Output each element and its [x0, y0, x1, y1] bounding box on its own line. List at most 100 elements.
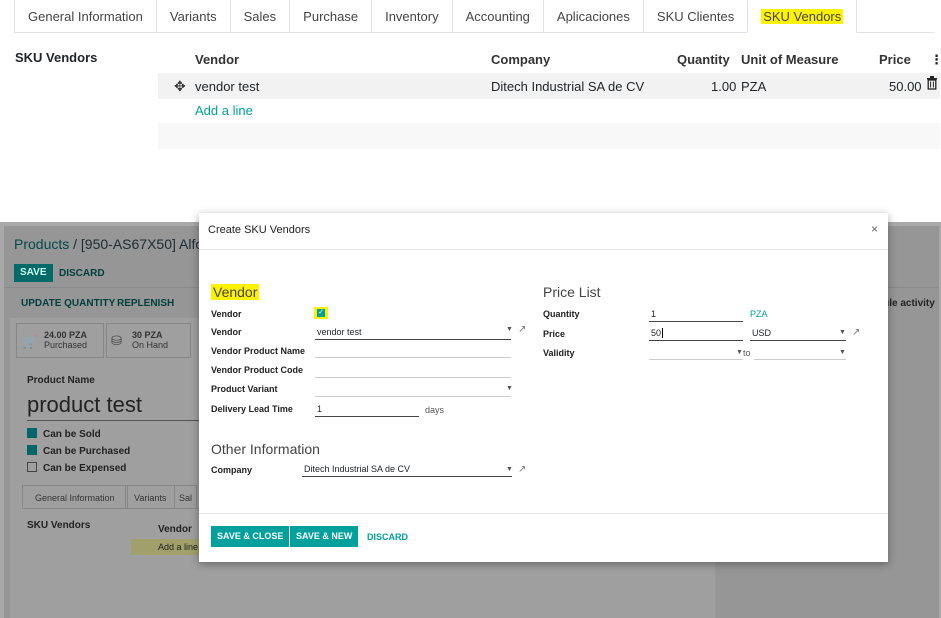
- vendor-product-name-field[interactable]: [315, 344, 511, 358]
- vendor-group-title: Vendor: [211, 284, 260, 300]
- vendor-label: Vendor: [211, 327, 242, 337]
- validity-label: Validity: [543, 348, 575, 358]
- dialog-title: Create SKU Vendors: [208, 224, 311, 236]
- row-uom: PZA: [741, 79, 767, 94]
- breadcrumb-products[interactable]: Products: [14, 236, 69, 252]
- vendor-product-code-label: Vendor Product Code: [211, 365, 304, 375]
- tab-variants[interactable]: Variants: [155, 0, 230, 33]
- bg-tab-sales[interactable]: Sal: [174, 485, 198, 509]
- can-be-sold[interactable]: Can be Sold: [27, 428, 101, 440]
- external-link-icon[interactable]: ↗: [518, 464, 526, 475]
- price-label: Price: [543, 329, 566, 339]
- vendor-product-name-label: Vendor Product Name: [211, 346, 306, 356]
- chevron-down-icon[interactable]: ▼: [839, 349, 846, 356]
- company-label: Company: [211, 465, 253, 475]
- column-vendor[interactable]: Vendor: [195, 52, 239, 67]
- row-quantity: 1.00: [711, 79, 737, 94]
- vendor-checkbox[interactable]: ✓: [317, 309, 325, 317]
- product-variant-field[interactable]: [315, 383, 511, 397]
- price-list-group-title: Price List: [543, 284, 601, 300]
- bg-tab-general[interactable]: General Information: [22, 485, 128, 509]
- column-company[interactable]: Company: [491, 52, 550, 67]
- validity-start-field[interactable]: [649, 346, 743, 360]
- vendor-checkbox-label: Vendor: [211, 309, 242, 319]
- tab-purchase[interactable]: Purchase: [289, 0, 372, 33]
- bg-add-line-link[interactable]: Add a line: [158, 542, 198, 552]
- bg-vendor-column: Vendor: [158, 524, 192, 535]
- row-vendor: vendor test: [195, 79, 260, 94]
- validity-end-field[interactable]: [754, 346, 846, 360]
- vendor-field[interactable]: vendor test: [315, 326, 511, 340]
- quantity-field[interactable]: 1: [649, 308, 743, 322]
- dialog-header: Create SKU Vendors ×: [199, 213, 888, 250]
- column-price[interactable]: Price: [879, 52, 911, 67]
- product-name[interactable]: product test: [27, 392, 142, 418]
- column-unit-of-measure[interactable]: Unit of Measure: [741, 52, 839, 67]
- chevron-down-icon[interactable]: ▼: [506, 326, 513, 333]
- external-link-icon[interactable]: ↗: [518, 324, 526, 335]
- save-new-button[interactable]: SAVE & NEW: [290, 526, 359, 547]
- cart-icon: 🛒: [22, 335, 37, 349]
- chevron-down-icon[interactable]: ▼: [736, 349, 743, 356]
- product-name-underline: [27, 420, 202, 421]
- currency-field[interactable]: USD: [750, 327, 846, 341]
- chevron-down-icon[interactable]: ▼: [506, 466, 513, 473]
- column-quantity[interactable]: Quantity: [677, 52, 730, 67]
- tab-aplicaciones[interactable]: Aplicaciones: [542, 0, 643, 33]
- vendor-product-code-field[interactable]: [315, 364, 511, 378]
- column-options-icon[interactable]: ⋮: [930, 52, 941, 68]
- quantity-label: Quantity: [543, 309, 580, 319]
- vendor-checkbox-highlight: ✓: [314, 307, 328, 319]
- external-link-icon[interactable]: ↗: [852, 327, 860, 338]
- bg-add-line-row: Add a line: [131, 539, 201, 555]
- company-field[interactable]: Ditech Industrial SA de CV: [302, 463, 512, 477]
- tab-sku-vendors[interactable]: SKU Vendors: [747, 0, 858, 33]
- discard-button[interactable]: DISCARD: [59, 268, 105, 279]
- create-sku-vendors-dialog: Create SKU Vendors × Vendor Vendor ✓ Ven…: [199, 213, 888, 562]
- sku-vendors-label: SKU Vendors: [15, 50, 98, 65]
- tab-sku-vendors-label: SKU Vendors: [761, 9, 844, 24]
- add-line-link[interactable]: Add a line: [195, 103, 253, 118]
- bg-tab-variants[interactable]: Variants: [125, 485, 176, 509]
- tab-sku-clientes[interactable]: SKU Clientes: [642, 0, 748, 33]
- dialog-footer: SAVE & CLOSE SAVE & NEW DISCARD: [199, 513, 888, 562]
- uom-link[interactable]: PZA: [750, 309, 768, 319]
- chevron-down-icon[interactable]: ▼: [839, 329, 846, 336]
- dialog-discard-button[interactable]: DISCARD: [367, 532, 408, 542]
- delete-row-icon[interactable]: [927, 76, 937, 90]
- delivery-lead-time-label: Delivery Lead Time: [211, 404, 293, 414]
- row-company: Ditech Industrial SA de CV: [491, 79, 645, 94]
- drag-handle-icon[interactable]: ✥: [174, 78, 186, 95]
- stat-on-hand[interactable]: ⛁ 30 PZA On Hand: [106, 323, 191, 358]
- breadcrumb-current: [950-AS67X50] Alfom: [80, 236, 215, 252]
- price-field[interactable]: 50: [649, 327, 743, 341]
- checkbox-icon: [27, 445, 37, 455]
- notebook-tabs: General Information Variants Sales Purch…: [14, 0, 934, 33]
- can-be-expensed[interactable]: Can be Expensed: [27, 462, 126, 474]
- save-close-button[interactable]: SAVE & CLOSE: [211, 526, 290, 547]
- empty-row: [158, 123, 940, 149]
- product-variant-label: Product Variant: [211, 384, 278, 394]
- breadcrumb-separator: /: [69, 236, 81, 252]
- tab-general-information[interactable]: General Information: [14, 0, 156, 33]
- save-button[interactable]: SAVE: [14, 264, 53, 282]
- validity-to: to: [743, 348, 751, 358]
- tab-inventory[interactable]: Inventory: [371, 0, 452, 33]
- row-price: 50.00: [889, 79, 922, 94]
- replenish-button[interactable]: REPLENISH: [117, 298, 174, 309]
- close-icon[interactable]: ×: [871, 222, 878, 236]
- tab-sales[interactable]: Sales: [229, 0, 290, 33]
- checkbox-icon: [27, 428, 37, 438]
- chevron-down-icon[interactable]: ▼: [506, 385, 513, 392]
- product-name-label: Product Name: [27, 375, 95, 386]
- delivery-lead-time-field[interactable]: 1: [315, 403, 419, 417]
- cubes-icon: ⛁: [111, 333, 122, 348]
- other-information-title: Other Information: [211, 441, 320, 457]
- breadcrumb: Products / [950-AS67X50] Alfom: [14, 236, 215, 252]
- stat-purchased[interactable]: 🛒 24.00 PZA Purchased: [16, 323, 104, 358]
- checkbox-icon: [27, 462, 37, 472]
- bg-notebook: General Information Variants Sal: [22, 485, 202, 509]
- tab-accounting[interactable]: Accounting: [451, 0, 543, 33]
- update-quantity-button[interactable]: UPDATE QUANTITY: [21, 298, 115, 309]
- can-be-purchased[interactable]: Can be Purchased: [27, 445, 130, 457]
